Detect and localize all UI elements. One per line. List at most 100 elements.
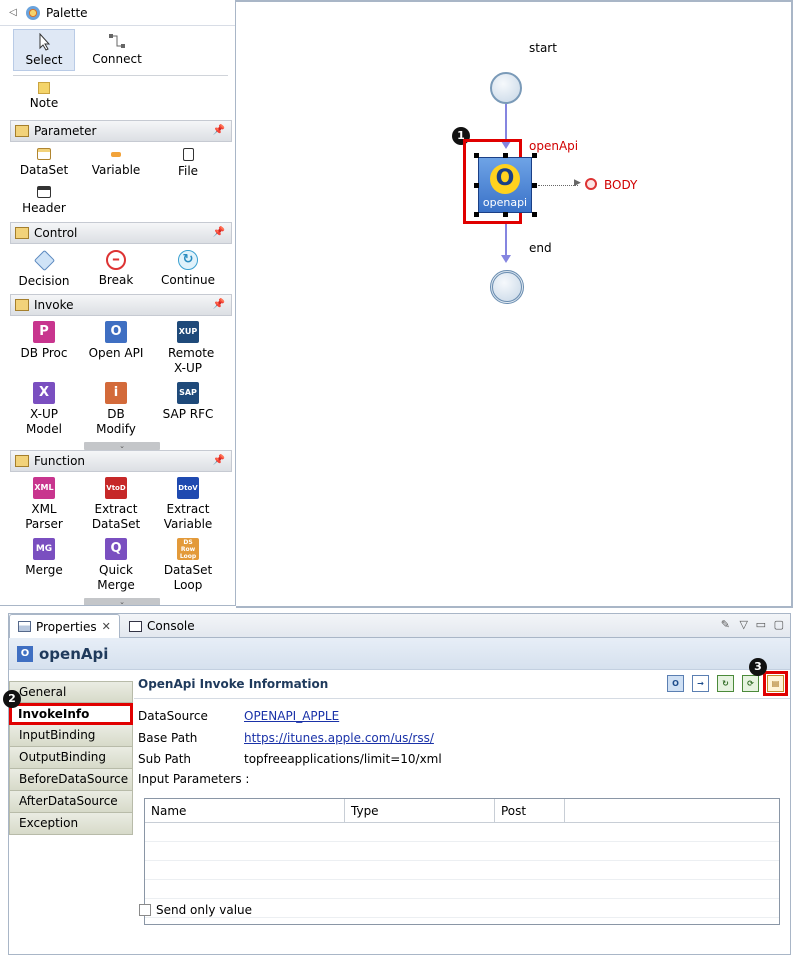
openapi-letter: O xyxy=(490,164,520,194)
palette-item-merge[interactable]: MG Merge xyxy=(9,538,79,578)
body-output-icon xyxy=(585,178,597,190)
pin-icon[interactable]: 📌 xyxy=(213,125,225,136)
palette-item-quick-merge[interactable]: Q Quick Merge xyxy=(81,538,151,593)
checkbox-box[interactable] xyxy=(139,904,151,916)
table-row[interactable] xyxy=(145,823,779,842)
properties-sidebar: General InvokeInfo InputBinding OutputBi… xyxy=(9,671,133,835)
openapi-tool-icon[interactable]: O xyxy=(667,675,684,692)
refresh-icon[interactable]: ↻ xyxy=(717,675,734,692)
palette-item-sap-rfc[interactable]: SAP SAP RFC xyxy=(153,382,223,422)
open-api-label: Open API xyxy=(88,346,144,360)
drawer-parameter-title: Parameter xyxy=(34,124,97,138)
merge-icon: MG xyxy=(33,538,55,560)
subpath-row: Sub Path topfreeapplications/limit=10/xm… xyxy=(138,752,442,766)
pin-view-icon[interactable]: ✎ xyxy=(721,618,730,631)
pin-icon[interactable]: 📌 xyxy=(213,455,225,466)
sidebar-item-afterdatasource[interactable]: AfterDataSource xyxy=(9,791,133,813)
sel-handle[interactable] xyxy=(503,153,508,158)
drawer-control-title: Control xyxy=(34,226,78,240)
start-node[interactable] xyxy=(490,72,522,104)
properties-view: Properties ✕ Console ✎ ▽ ▭ ▢ O openApi G… xyxy=(3,613,791,955)
sync-icon[interactable]: ⟳ xyxy=(742,675,759,692)
palette-item-header[interactable]: Header xyxy=(9,186,79,216)
drawer-function[interactable]: Function 📌 xyxy=(10,450,232,472)
openapi-node[interactable]: O openapi xyxy=(478,157,532,213)
datasource-link[interactable]: OPENAPI_APPLE xyxy=(244,709,339,723)
collapse-arrow-icon[interactable]: ◁ xyxy=(6,7,20,18)
sel-handle[interactable] xyxy=(503,212,508,217)
drawer-invoke[interactable]: Invoke 📌 xyxy=(10,294,232,316)
db-proc-label: DB Proc xyxy=(20,346,68,360)
import-icon[interactable]: → xyxy=(692,675,709,692)
test-run-icon[interactable]: ▤ xyxy=(763,671,788,696)
sidebar-item-inputbinding[interactable]: InputBinding xyxy=(9,725,133,747)
variable-icon xyxy=(111,152,121,157)
sidebar-item-general[interactable]: General xyxy=(9,681,133,703)
palette-item-break[interactable]: – Break xyxy=(81,250,151,288)
sidebar-item-exception[interactable]: Exception xyxy=(9,813,133,835)
invoke-scroll-more[interactable]: ⌄ xyxy=(84,442,160,450)
minimize-icon[interactable]: ▭ xyxy=(756,618,766,631)
palette-item-db-modify[interactable]: i DB Modify xyxy=(81,382,151,437)
table-row[interactable] xyxy=(145,880,779,899)
select-tool[interactable]: Select xyxy=(13,29,75,71)
sel-handle[interactable] xyxy=(474,153,479,158)
send-only-value-label: Send only value xyxy=(156,903,253,917)
drawer-control[interactable]: Control 📌 xyxy=(10,222,232,244)
continue-icon: ↻ xyxy=(178,250,198,270)
palette-item-continue[interactable]: ↻ Continue xyxy=(153,250,223,288)
open-api-icon: O xyxy=(105,321,127,343)
merge-label: Merge xyxy=(25,563,63,577)
decision-icon xyxy=(33,249,55,272)
palette-item-extract-dataset[interactable]: VtoD Extract DataSet xyxy=(81,477,151,532)
tab-console[interactable]: Console xyxy=(121,614,203,638)
palette-item-decision[interactable]: Decision xyxy=(9,249,79,289)
sel-handle[interactable] xyxy=(474,212,479,217)
table-row[interactable] xyxy=(145,861,779,880)
palette-item-file[interactable]: File xyxy=(153,148,223,179)
palette-item-remote-xup[interactable]: XUP Remote X-UP xyxy=(153,321,223,376)
header-label: Header xyxy=(22,201,66,215)
flow-canvas[interactable]: start 1 openApi O openapi ▶ BODY end xyxy=(236,0,793,608)
sel-handle[interactable] xyxy=(474,183,479,188)
palette-item-dataset[interactable]: DataSet xyxy=(9,148,79,178)
sel-handle[interactable] xyxy=(532,153,537,158)
column-header-name[interactable]: Name xyxy=(145,799,345,822)
palette-item-variable[interactable]: Variable xyxy=(81,148,151,178)
pin-icon[interactable]: 📌 xyxy=(213,299,225,310)
send-only-value-checkbox[interactable]: Send only value xyxy=(139,903,252,917)
sel-handle[interactable] xyxy=(532,183,537,188)
pin-icon[interactable]: 📌 xyxy=(213,227,225,238)
sidebar-item-beforedatasource[interactable]: BeforeDataSource xyxy=(9,769,133,791)
remote-xup-label: Remote X-UP xyxy=(168,346,215,375)
sidebar-item-outputbinding[interactable]: OutputBinding xyxy=(9,747,133,769)
view-menu-icon[interactable]: ▽ xyxy=(740,618,748,631)
drawer-invoke-title: Invoke xyxy=(34,298,74,312)
palette-item-db-proc[interactable]: P DB Proc xyxy=(9,321,79,361)
basepath-link[interactable]: https://itunes.apple.com/us/rss/ xyxy=(244,731,434,745)
function-scroll-more[interactable]: ⌄ xyxy=(84,598,160,605)
end-node[interactable] xyxy=(490,270,524,304)
table-row[interactable] xyxy=(145,842,779,861)
note-tool[interactable]: Note xyxy=(22,82,66,111)
pointer-icon xyxy=(39,33,51,51)
column-header-type[interactable]: Type xyxy=(345,799,495,822)
palette-item-xml-parser[interactable]: XML XML Parser xyxy=(9,477,79,532)
drawer-parameter[interactable]: Parameter 📌 xyxy=(10,120,232,142)
palette-item-extract-variable[interactable]: DtoV Extract Variable xyxy=(153,477,223,532)
flow-line-start xyxy=(505,104,507,142)
column-header-post[interactable]: Post xyxy=(495,799,565,822)
maximize-icon[interactable]: ▢ xyxy=(774,618,784,631)
tab-console-label: Console xyxy=(147,619,195,633)
tab-properties[interactable]: Properties ✕ xyxy=(9,614,120,638)
palette-item-open-api[interactable]: O Open API xyxy=(81,321,151,361)
connect-tool[interactable]: Connect xyxy=(88,29,146,71)
xup-model-icon: X xyxy=(33,382,55,404)
close-icon[interactable]: ✕ xyxy=(102,620,111,633)
sidebar-item-invokeinfo[interactable]: InvokeInfo xyxy=(9,703,133,725)
palette-item-xup-model[interactable]: X X-UP Model xyxy=(9,382,79,437)
palette-item-dataset-loop[interactable]: DS Row Loop DataSet Loop xyxy=(153,538,223,593)
openapi-node-text: openapi xyxy=(482,196,528,209)
sel-handle[interactable] xyxy=(532,212,537,217)
palette-panel: ◁ Palette Select Connect Note Parameter … xyxy=(0,0,236,606)
